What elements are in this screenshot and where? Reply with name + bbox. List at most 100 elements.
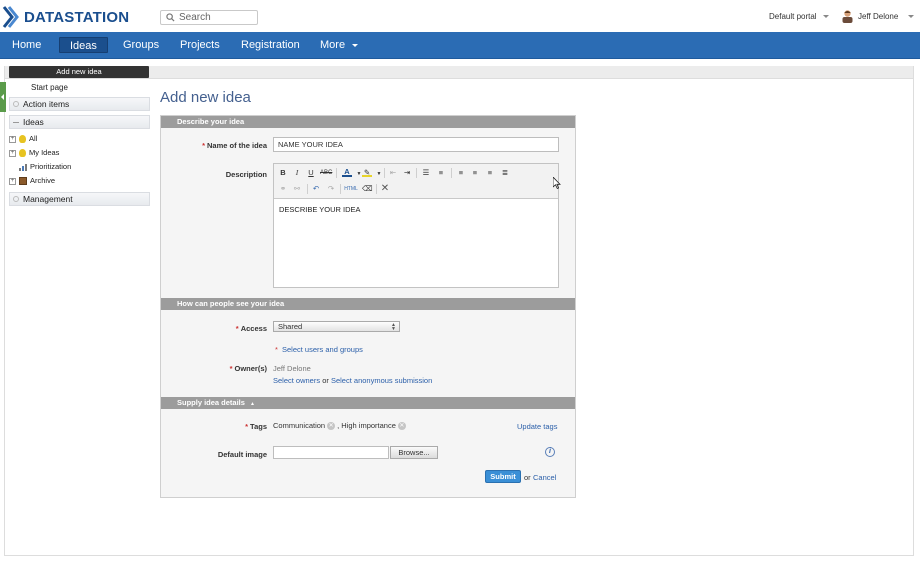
sidebar-item-prioritization[interactable]: Prioritization [9, 162, 71, 172]
sidebar-group-management[interactable]: Management [9, 192, 150, 206]
collapse-icon [13, 122, 19, 123]
indent-icon[interactable]: ⇥ [402, 168, 412, 178]
select-users-row: * [275, 345, 280, 354]
update-tags-link[interactable]: Update tags [517, 422, 557, 431]
chevron-down-icon[interactable]: ▼ [374, 169, 384, 179]
toolbar-separator [451, 168, 452, 178]
divider [4, 66, 5, 556]
sidebar-item-my-ideas[interactable]: + My Ideas [9, 148, 59, 158]
label-text: Owner(s) [234, 364, 267, 373]
lightbulb-icon [19, 135, 26, 143]
section-header-visibility: How can people see your idea [161, 298, 575, 310]
avatar [842, 10, 853, 23]
numbered-list-icon[interactable]: ≡ [436, 168, 446, 178]
datastation-logo-icon [2, 6, 19, 28]
text-color-icon[interactable]: A [342, 168, 352, 177]
select-owners-link[interactable]: Select owners [273, 376, 320, 385]
sidebar-item-label: My Ideas [29, 148, 60, 157]
eraser-icon[interactable]: ⌫ [362, 184, 373, 194]
highlight-color-icon[interactable]: ✎ [362, 168, 372, 177]
toolbar-separator [307, 184, 308, 194]
toolbar-separator [336, 168, 337, 178]
portal-selector[interactable]: Default portal [769, 12, 829, 21]
select-users-link[interactable]: Select users and groups [282, 345, 363, 354]
top-bar: DATASTATION Search Default portal Jeff D… [0, 0, 920, 32]
bullet-list-icon[interactable]: ☰ [421, 168, 431, 178]
outdent-icon[interactable]: ⇤ [388, 168, 398, 178]
expand-icon [13, 101, 19, 107]
logo[interactable]: DATASTATION [2, 5, 129, 29]
undo-icon[interactable]: ↶ [311, 184, 321, 194]
tag: Communication [273, 421, 326, 430]
sidebar-group-action-items[interactable]: Action items [9, 97, 150, 111]
divider [4, 555, 914, 556]
align-left-icon[interactable]: ≡ [456, 168, 466, 178]
tags-list: Communication ✕, High importance ✕ [273, 421, 408, 431]
underline-icon[interactable]: U [306, 168, 316, 178]
redo-icon[interactable]: ↷ [326, 184, 336, 194]
info-icon[interactable]: i [545, 447, 555, 457]
plus-icon[interactable]: + [9, 135, 16, 143]
unlink-icon[interactable]: ⚯ [292, 184, 302, 194]
name-label: * Name of the idea [167, 141, 267, 150]
nav-projects[interactable]: Projects [180, 32, 220, 59]
align-center-icon[interactable]: ≡ [470, 168, 480, 178]
plus-icon[interactable]: + [9, 149, 16, 157]
italic-icon[interactable]: I [292, 168, 302, 178]
align-justify-icon[interactable]: ≣ [500, 168, 510, 178]
owner-name: Jeff Delone [273, 364, 311, 373]
tag: , High importance [337, 421, 396, 430]
sidebar-item-archive[interactable]: + Archive [9, 176, 55, 186]
toolbar-separator [416, 168, 417, 178]
access-select[interactable]: Shared ▲ ▼ [273, 321, 400, 332]
strikethrough-icon[interactable]: ABC [320, 168, 332, 178]
html-source-icon[interactable]: HTML [344, 184, 358, 194]
sidebar-item-all[interactable]: + All [9, 134, 37, 144]
link-icon[interactable]: ⚭ [278, 184, 288, 194]
label-text: Access [240, 324, 267, 333]
plus-icon[interactable]: + [9, 177, 16, 185]
browse-button[interactable]: Browse... [390, 446, 438, 459]
chevron-updown-icon: ▲ ▼ [391, 322, 396, 332]
nav-more[interactable]: More [320, 32, 359, 59]
rich-text-editor: B I U ABC A ▼ ✎ ▼ ⇤ ⇥ ☰ ≡ ≡ ≡ ≡ ≣ ⚭ ⚯ ↶ … [273, 163, 559, 288]
access-label: * Access [167, 324, 267, 333]
remove-tag-icon[interactable]: ✕ [397, 422, 406, 431]
search-box[interactable]: Search [160, 10, 258, 25]
remove-tag-icon[interactable]: ✕ [327, 422, 336, 431]
chart-icon [19, 164, 27, 171]
nav-groups[interactable]: Groups [123, 32, 159, 59]
add-new-idea-button[interactable]: Add new idea [9, 66, 149, 78]
search-input[interactable]: Search [179, 12, 211, 23]
required-mark: * [275, 345, 278, 354]
divider [913, 66, 914, 556]
user-name: Jeff Delone [858, 11, 899, 21]
cancel-link[interactable]: Cancel [533, 473, 556, 482]
description-textarea[interactable]: DESCRIBE YOUR IDEA [274, 198, 558, 287]
file-path-input[interactable] [273, 446, 389, 459]
select-anonymous-link[interactable]: Select anonymous submission [331, 376, 432, 385]
main-nav: Home Ideas Groups Projects Registration … [0, 32, 920, 59]
owners-label: * Owner(s) [167, 364, 267, 373]
bold-icon[interactable]: B [278, 168, 288, 178]
toolbar-separator [340, 184, 341, 194]
sidebar-group-ideas[interactable]: Ideas [9, 115, 150, 129]
nav-ideas[interactable]: Ideas [59, 37, 108, 53]
nav-registration[interactable]: Registration [241, 32, 300, 59]
page-title: Add new idea [160, 89, 251, 106]
section-header-details[interactable]: Supply idea details ▲ [161, 397, 575, 409]
label-text: Name of the idea [206, 141, 267, 150]
required-mark: * [235, 324, 239, 333]
close-icon[interactable]: ✕ [380, 184, 390, 194]
section-header-describe: Describe your idea [161, 116, 575, 128]
sidebar-item-start-page[interactable]: Start page [31, 83, 68, 92]
name-input[interactable]: NAME YOUR IDEA [273, 137, 559, 152]
description-label: Description [225, 170, 267, 179]
user-menu[interactable]: Jeff Delone [841, 9, 915, 23]
mouse-cursor-icon [553, 177, 561, 189]
required-mark: * [229, 364, 233, 373]
align-right-icon[interactable]: ≡ [485, 168, 495, 178]
nav-home[interactable]: Home [12, 32, 41, 59]
sidebar-collapse-handle[interactable] [0, 82, 6, 112]
submit-button[interactable]: Submit [485, 470, 521, 483]
